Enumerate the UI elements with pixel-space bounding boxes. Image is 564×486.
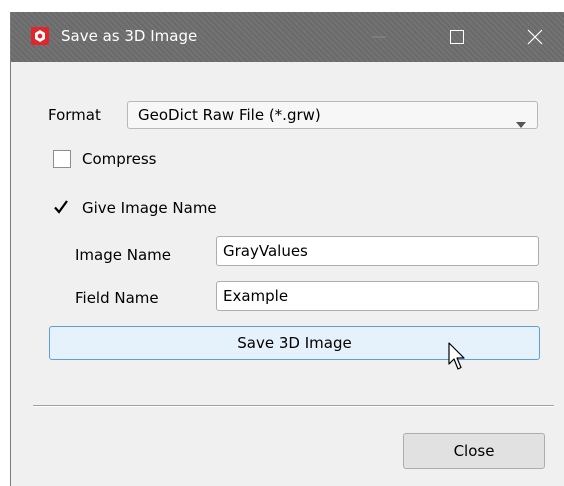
- window-close-button[interactable]: [512, 12, 558, 62]
- image-name-label: Image Name: [75, 246, 171, 264]
- field-name-value: Example: [223, 287, 289, 305]
- format-selected-value: GeoDict Raw File (*.grw): [138, 106, 321, 124]
- minimize-button[interactable]: [356, 12, 402, 62]
- chevron-down-icon: [516, 113, 526, 132]
- compress-checkbox[interactable]: [53, 150, 71, 168]
- give-image-name-checkbox[interactable]: [52, 198, 70, 216]
- maximize-icon: [450, 30, 464, 44]
- checkmark-icon: [54, 200, 68, 214]
- field-name-label: Field Name: [75, 289, 159, 307]
- format-dropdown[interactable]: GeoDict Raw File (*.grw): [127, 101, 538, 129]
- field-name-field[interactable]: Example: [216, 281, 539, 311]
- image-name-value: GrayValues: [223, 242, 308, 260]
- mouse-cursor-icon: [448, 342, 468, 376]
- format-label: Format: [48, 106, 101, 124]
- give-image-name-label: Give Image Name: [82, 199, 217, 217]
- window-title: Save as 3D Image: [61, 27, 198, 45]
- save-3d-image-dialog: Save as 3D Image Format GeoDict Raw File…: [10, 12, 564, 486]
- image-name-field[interactable]: GrayValues: [216, 236, 539, 266]
- geodict-logo-icon: [31, 27, 49, 45]
- close-button-label: Close: [453, 442, 495, 460]
- compress-label: Compress: [82, 150, 157, 168]
- maximize-button[interactable]: [434, 12, 480, 62]
- close-button[interactable]: Close: [403, 433, 545, 469]
- close-icon: [527, 29, 543, 45]
- title-bar[interactable]: Save as 3D Image: [11, 12, 564, 62]
- minimize-icon: [372, 36, 386, 38]
- separator: [33, 405, 554, 407]
